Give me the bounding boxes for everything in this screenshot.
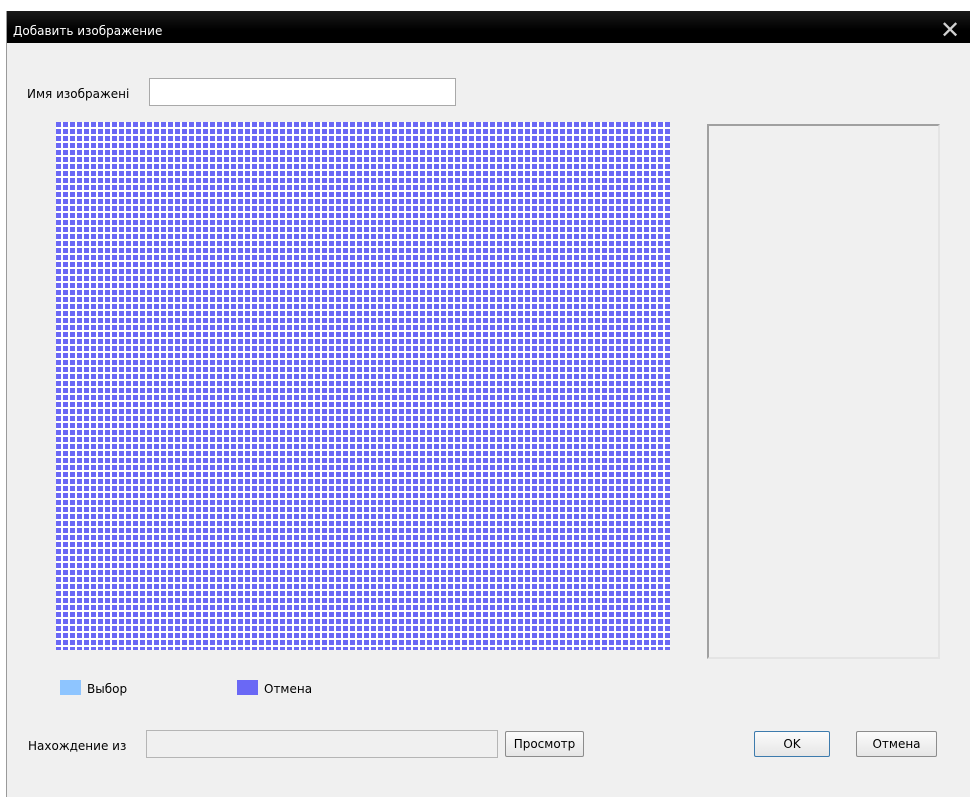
pixel-grid[interactable] <box>56 122 670 650</box>
image-name-input[interactable] <box>149 78 456 106</box>
image-preview-panel <box>707 124 940 659</box>
title-bar: Добавить изображение ✕ <box>7 11 970 43</box>
cancel-color-swatch <box>237 680 258 695</box>
close-icon[interactable]: ✕ <box>937 17 963 43</box>
source-path-input <box>146 730 498 758</box>
cancel-button[interactable]: Отмена <box>856 731 937 757</box>
dialog-title: Добавить изображение <box>13 24 163 38</box>
source-label: Нахождение из <box>28 739 127 753</box>
ok-button[interactable]: OK <box>754 731 830 757</box>
image-name-label: Имя изображені <box>27 87 130 101</box>
cancel-legend-label: Отмена <box>264 682 313 696</box>
select-color-swatch <box>60 680 81 695</box>
select-legend-label: Выбор <box>87 682 128 696</box>
add-image-dialog: Добавить изображение ✕ Имя изображені Вы… <box>6 11 970 797</box>
browse-button[interactable]: Просмотр <box>505 731 584 757</box>
